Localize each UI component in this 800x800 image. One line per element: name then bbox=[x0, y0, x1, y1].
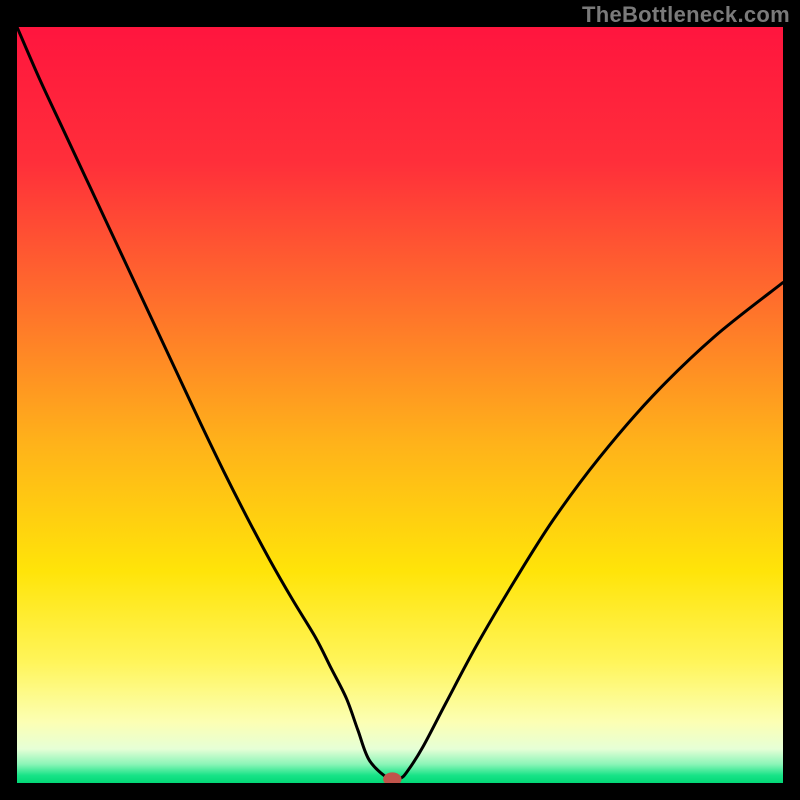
chart-plot bbox=[17, 27, 783, 783]
chart-svg bbox=[17, 27, 783, 783]
attribution-label: TheBottleneck.com bbox=[582, 2, 790, 28]
chart-frame: TheBottleneck.com bbox=[0, 0, 800, 800]
chart-background bbox=[17, 27, 783, 783]
